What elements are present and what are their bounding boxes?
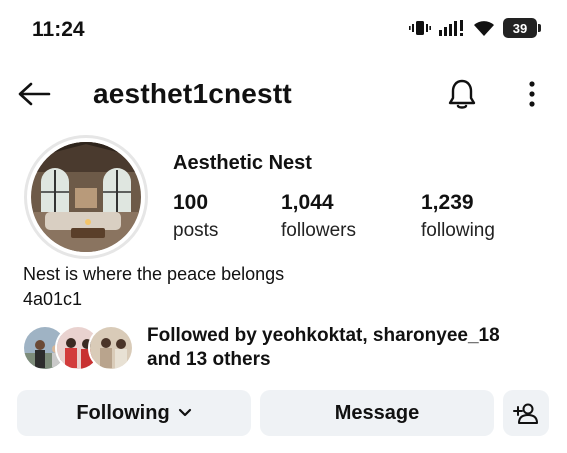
stat-following[interactable]: 1,239 following bbox=[421, 191, 495, 242]
status-bar: 11:24 39 bbox=[0, 0, 567, 60]
chevron-down-icon bbox=[178, 408, 191, 417]
vibrate-icon bbox=[409, 21, 431, 35]
more-vertical-icon bbox=[529, 81, 535, 107]
avatar-image bbox=[31, 142, 141, 252]
followed-by-line: Followed by yeohkoktat, sharonyee_18 bbox=[147, 325, 500, 346]
stat-posts[interactable]: 100 posts bbox=[173, 191, 218, 242]
followed-by-text: Followed by yeohkoktat, sharonyee_18 and… bbox=[147, 324, 552, 372]
bio-line: Nest is where the peace belongs bbox=[23, 264, 285, 284]
back-button[interactable] bbox=[16, 76, 52, 112]
posts-label: posts bbox=[173, 220, 219, 241]
person-add-icon bbox=[513, 403, 538, 424]
signal-icon bbox=[439, 20, 463, 36]
followers-count: 1,044 bbox=[281, 191, 334, 214]
wifi-icon bbox=[474, 21, 494, 36]
followers-label: followers bbox=[281, 220, 356, 241]
bell-icon bbox=[448, 79, 476, 109]
message-button[interactable]: Message bbox=[260, 390, 494, 436]
more-options-button[interactable] bbox=[516, 76, 548, 112]
message-button-label: Message bbox=[334, 401, 420, 424]
profile-header: aesthet1cnestt bbox=[0, 72, 567, 116]
status-time: 11:24 bbox=[32, 18, 85, 41]
profile-bio: Nest is where the peace belongs 4a01c1 bbox=[23, 262, 284, 312]
followed-by[interactable]: Followed by yeohkoktat, sharonyee_18 and… bbox=[22, 324, 552, 372]
posts-count: 100 bbox=[173, 191, 209, 214]
add-user-button[interactable] bbox=[503, 390, 549, 436]
following-label: following bbox=[421, 220, 495, 241]
following-button[interactable]: Following bbox=[17, 390, 251, 436]
status-icons: 39 bbox=[409, 18, 541, 38]
followed-by-others: and 13 others bbox=[147, 349, 271, 370]
following-count: 1,239 bbox=[421, 191, 474, 214]
following-button-label: Following bbox=[76, 401, 170, 424]
notifications-button[interactable] bbox=[444, 76, 480, 112]
battery-icon: 39 bbox=[503, 18, 541, 38]
display-name: Aesthetic Nest bbox=[173, 152, 312, 174]
battery-level: 39 bbox=[512, 20, 528, 36]
profile-username: aesthet1cnestt bbox=[93, 78, 292, 109]
profile-avatar[interactable] bbox=[24, 135, 148, 259]
mutual-avatars bbox=[22, 325, 136, 371]
stat-followers[interactable]: 1,044 followers bbox=[281, 191, 356, 242]
back-arrow-icon bbox=[18, 82, 51, 106]
mutual-avatar bbox=[88, 325, 134, 371]
bio-code: 4a01c1 bbox=[23, 289, 83, 309]
